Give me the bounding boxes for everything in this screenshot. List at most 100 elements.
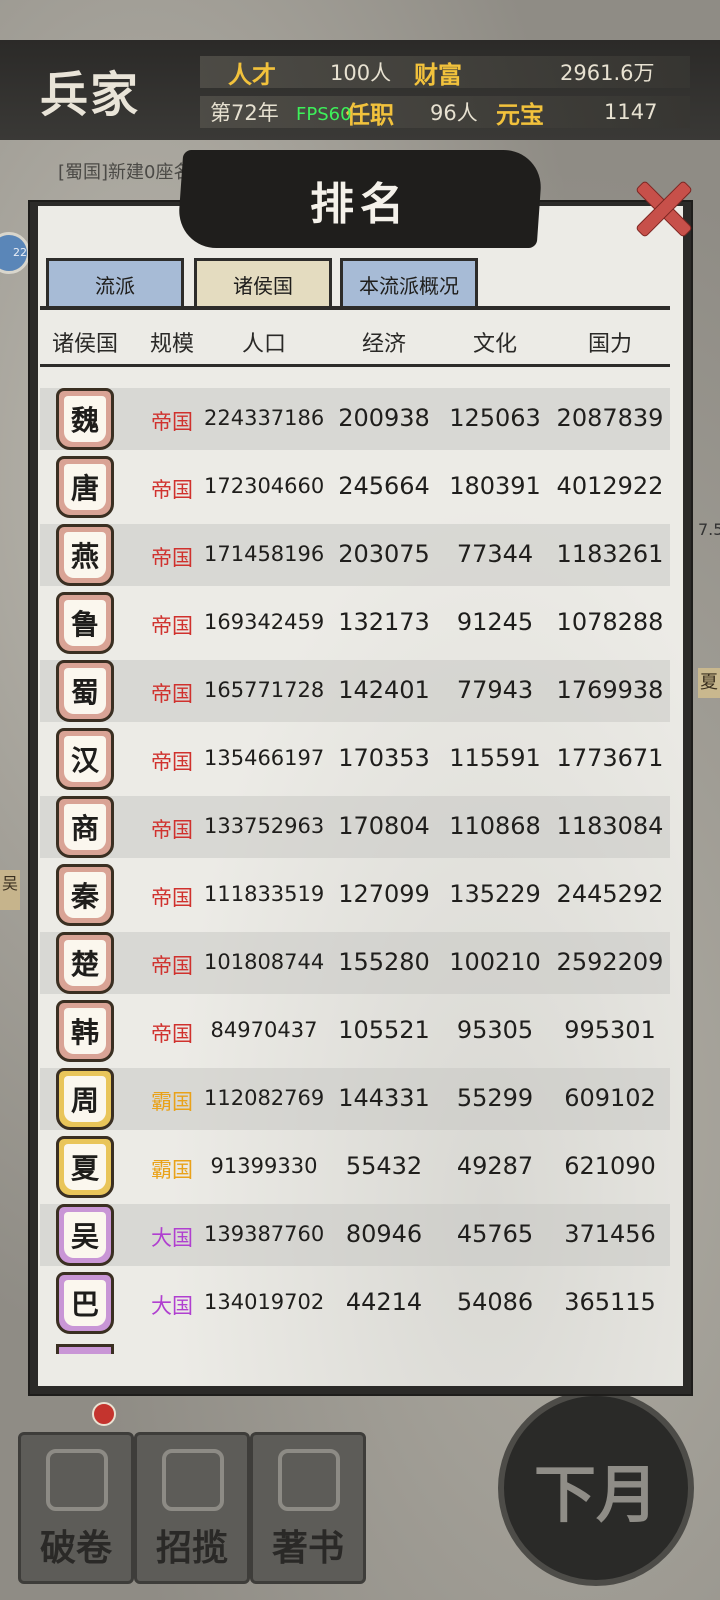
header-divider bbox=[40, 364, 670, 367]
state-badge: 秦 bbox=[56, 864, 114, 926]
header-population: 人口 bbox=[241, 332, 286, 357]
tab-school[interactable]: 流派 bbox=[46, 258, 184, 308]
state-economy: 105521 bbox=[338, 1016, 430, 1044]
table-row[interactable]: 魏 帝国 224337186 200938 125063 2087839 bbox=[40, 388, 670, 450]
state-name: 燕 bbox=[64, 532, 106, 578]
header-power: 国力 bbox=[587, 332, 632, 357]
tab-vassal-states[interactable]: 诸侯国 bbox=[194, 258, 332, 308]
state-badge: 夏 bbox=[56, 1136, 114, 1198]
header-economy: 经济 bbox=[361, 332, 406, 357]
state-culture: 110868 bbox=[449, 812, 541, 840]
state-power: 609102 bbox=[564, 1084, 656, 1112]
state-power: 365115 bbox=[564, 1288, 656, 1316]
next-month-label: 下月 bbox=[533, 1458, 658, 1531]
state-culture: 45765 bbox=[456, 1220, 534, 1248]
state-economy: 132173 bbox=[338, 608, 430, 636]
state-power: 2445292 bbox=[556, 880, 664, 908]
state-culture: 180391 bbox=[449, 472, 541, 500]
state-economy: 200938 bbox=[338, 404, 430, 432]
table-row[interactable]: 唐 帝国 172304660 245664 180391 4012922 bbox=[40, 456, 670, 518]
state-power: 1183084 bbox=[556, 812, 664, 840]
recruit-button[interactable]: 招揽 bbox=[134, 1432, 250, 1584]
state-population: 111833519 bbox=[204, 882, 325, 906]
state-power: 4012922 bbox=[556, 472, 664, 500]
state-population: 133752963 bbox=[204, 814, 325, 838]
state-culture: 55299 bbox=[456, 1084, 534, 1112]
header-scale: 规模 bbox=[149, 332, 194, 357]
state-badge: 魏 bbox=[56, 388, 114, 450]
state-economy: 245664 bbox=[338, 472, 430, 500]
scroll-icon bbox=[46, 1449, 108, 1511]
recruit-label: 招揽 bbox=[155, 1527, 228, 1569]
fps-counter: FPS60 bbox=[296, 104, 352, 125]
next-month-button[interactable]: 下月 bbox=[498, 1390, 694, 1586]
state-power: 621090 bbox=[564, 1152, 656, 1180]
state-scale: 大国 bbox=[151, 1294, 193, 1318]
state-power: 995301 bbox=[564, 1016, 656, 1044]
state-scale: 帝国 bbox=[151, 614, 193, 638]
state-scale: 霸国 bbox=[151, 1158, 193, 1182]
stat-row-year-office: 第72年 任职 96人 元宝 1147 bbox=[200, 96, 690, 129]
ranking-list[interactable]: 魏帝国 224337186 200938 125063 2087839 唐帝国 172304… bbox=[40, 380, 670, 1348]
year-value: 第72年 bbox=[210, 101, 279, 125]
table-row[interactable]: 楚 帝国 101808744 155280 100210 2592209 bbox=[40, 932, 670, 994]
break-scroll-button[interactable]: 破卷 bbox=[18, 1432, 134, 1584]
table-row[interactable]: 秦 帝国 111833519 127099 135229 2445292 bbox=[40, 864, 670, 926]
map-label: 7.5 bbox=[698, 520, 720, 539]
state-culture: 95305 bbox=[456, 1016, 534, 1044]
wealth-value: 2961.6万 bbox=[560, 61, 655, 85]
table-row[interactable]: 蜀 帝国 165771728 142401 77943 1769938 bbox=[40, 660, 670, 722]
state-economy: 170353 bbox=[338, 744, 430, 772]
state-population: 101808744 bbox=[204, 950, 325, 974]
table-row[interactable]: 鲁 帝国 169342459 132173 91245 1078288 bbox=[40, 592, 670, 654]
state-culture: 91245 bbox=[456, 608, 534, 636]
table-row[interactable]: 商 帝国 133752963 170804 110868 1183084 bbox=[40, 796, 670, 858]
state-badge: 吴 bbox=[56, 1204, 114, 1266]
state-economy: 203075 bbox=[338, 540, 430, 568]
tab-school-overview[interactable]: 本流派概况 bbox=[340, 258, 478, 308]
state-badge: 唐 bbox=[56, 456, 114, 518]
state-scale: 帝国 bbox=[151, 818, 193, 842]
state-scale: 帝国 bbox=[151, 546, 193, 570]
state-name: 商 bbox=[64, 804, 106, 850]
state-name: 吴 bbox=[64, 1212, 106, 1258]
table-row[interactable]: 周 霸国 112082769 144331 55299 609102 bbox=[40, 1068, 670, 1130]
ingot-label: 元宝 bbox=[496, 100, 544, 129]
state-culture: 49287 bbox=[456, 1152, 534, 1180]
table-row[interactable]: 吴 大国 139387760 80946 45765 371456 bbox=[40, 1204, 670, 1266]
state-scale: 帝国 bbox=[151, 478, 193, 502]
book-icon bbox=[278, 1449, 340, 1511]
write-book-label: 著书 bbox=[271, 1527, 344, 1569]
map-state-label[interactable]: 吴 bbox=[0, 870, 20, 910]
break-scroll-label: 破卷 bbox=[39, 1527, 112, 1569]
state-scale: 帝国 bbox=[151, 1022, 193, 1046]
state-scale: 帝国 bbox=[151, 750, 193, 774]
state-culture: 100210 bbox=[449, 948, 541, 976]
state-economy: 44214 bbox=[345, 1288, 423, 1316]
ingot-value: 1147 bbox=[604, 100, 658, 124]
state-scale: 帝国 bbox=[151, 886, 193, 910]
state-name: 秦 bbox=[64, 872, 106, 918]
state-scale: 霸国 bbox=[151, 1090, 193, 1114]
state-badge: 商 bbox=[56, 796, 114, 858]
state-power: 1769938 bbox=[556, 676, 664, 704]
table-row[interactable]: 韩 帝国 84970437 105521 95305 995301 bbox=[40, 1000, 670, 1062]
state-name: 魏 bbox=[64, 396, 106, 442]
table-row[interactable]: 夏 霸国 91399330 55432 49287 621090 bbox=[40, 1136, 670, 1198]
map-state-label[interactable]: 夏 bbox=[698, 668, 720, 698]
table-row[interactable]: 燕 帝国 171458196 203075 77344 1183261 bbox=[40, 524, 670, 586]
state-culture: 135229 bbox=[449, 880, 541, 908]
close-button[interactable] bbox=[626, 172, 698, 244]
state-name: 韩 bbox=[64, 1008, 106, 1054]
state-culture: 125063 bbox=[449, 404, 541, 432]
state-culture: 115591 bbox=[449, 744, 541, 772]
table-row[interactable]: 巴 大国 134019702 44214 54086 365115 bbox=[40, 1272, 670, 1334]
write-book-button[interactable]: 著书 bbox=[250, 1432, 366, 1584]
table-row[interactable]: 汉 帝国 135466197 170353 115591 1773671 bbox=[40, 728, 670, 790]
state-population: 165771728 bbox=[204, 678, 325, 702]
talent-label: 人才 bbox=[228, 60, 276, 89]
state-power: 1183261 bbox=[556, 540, 664, 568]
state-population: 91399330 bbox=[210, 1154, 318, 1178]
modal-title: 排名 bbox=[310, 179, 410, 230]
state-economy: 144331 bbox=[338, 1084, 430, 1112]
